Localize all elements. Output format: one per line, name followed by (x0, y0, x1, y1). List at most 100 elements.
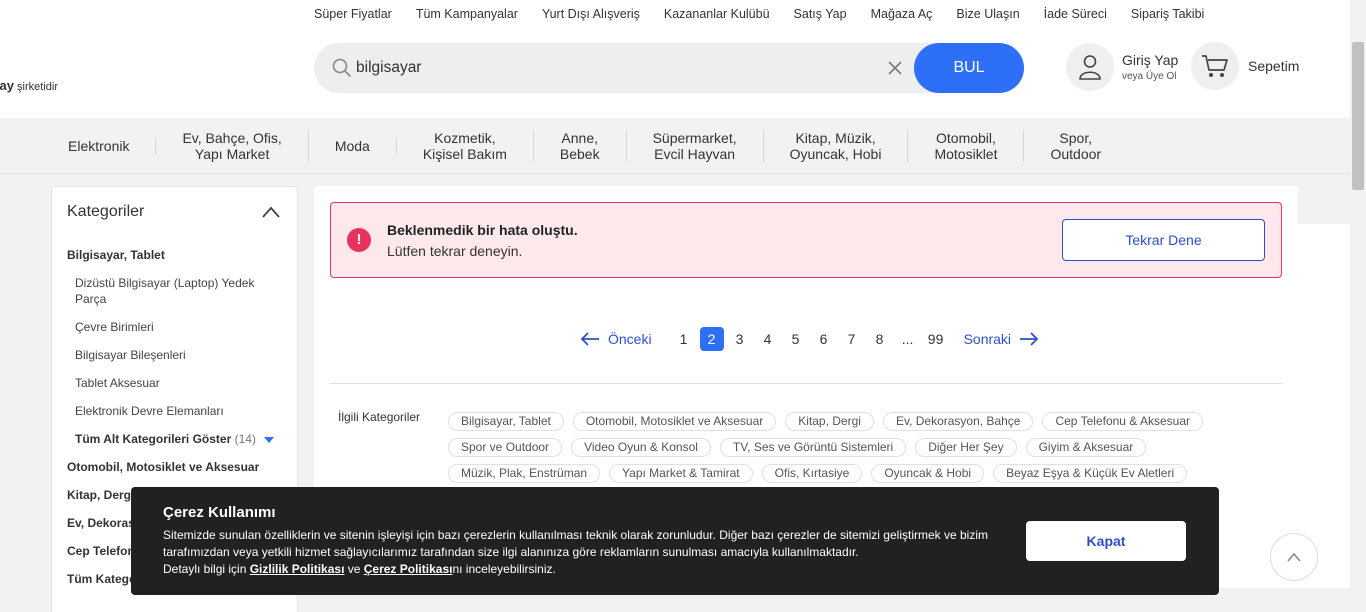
page-number[interactable]: 5 (784, 327, 808, 351)
top-link[interactable]: Yurt Dışı Alışveriş (542, 7, 640, 21)
top-link[interactable]: Kazananlar Kulübü (664, 7, 770, 21)
category-nav-label: Outdoor (1050, 145, 1102, 162)
related-category-tag[interactable]: Ofis, Kırtasiye (761, 464, 863, 483)
category-nav-label: Kozmetik, (434, 129, 496, 146)
category-nav-label: Anne, (561, 129, 599, 146)
chevron-up-icon[interactable] (261, 205, 281, 219)
user-icon (1066, 43, 1114, 91)
prev-page-link[interactable]: Önceki (580, 331, 652, 347)
alert-title: Beklenmedik bir hata oluştu. (387, 222, 578, 238)
category-nav-label: Motosiklet (934, 145, 998, 162)
top-link[interactable]: Satış Yap (794, 7, 847, 21)
related-category-tag[interactable]: Yapı Market & Tamirat (609, 464, 753, 483)
top-link[interactable]: Mağaza Aç (871, 7, 933, 21)
category-nav-item[interactable]: Ev, Bahçe, Ofis, Yapı Market (156, 129, 309, 162)
cookie-close-button[interactable]: Kapat (1026, 521, 1186, 561)
category-nav-item[interactable]: Spor, Outdoor (1024, 130, 1127, 162)
cookie-banner: Çerez Kullanımı Sitemizde sunulan özelli… (131, 487, 1219, 595)
category-nav-item[interactable]: Kozmetik, Kişisel Bakım (397, 129, 534, 162)
register-label: veya Üye Ol (1122, 71, 1177, 82)
scroll-to-top-button[interactable] (1270, 533, 1318, 581)
sidebar-subcategory[interactable]: Çevre Birimleri (75, 319, 287, 335)
sidebar-subcategory[interactable]: Dizüstü Bilgisayar (Laptop) Yedek Parça (75, 275, 287, 307)
category-nav-label: Süpermarket, (652, 129, 737, 146)
sidebar-category-group[interactable]: Bilgisayar, Tablet (67, 247, 287, 263)
related-category-tag[interactable]: Diğer Her Şey (915, 438, 1017, 457)
top-link[interactable]: İade Süreci (1044, 7, 1107, 21)
alert-message: Lütfen tekrar deneyin. (387, 243, 523, 259)
related-category-tag[interactable]: Beyaz Eşya & Küçük Ev Aletleri (993, 464, 1188, 483)
page-number[interactable]: 7 (840, 327, 864, 351)
page-number[interactable]: 6 (812, 327, 836, 351)
category-nav-label: Oyuncak, Hobi (789, 145, 882, 162)
sidebar-subcategory[interactable]: Elektronik Devre Elemanları (75, 403, 287, 419)
cookie-policy-link[interactable]: Çerez Politikası (364, 562, 453, 576)
page-number[interactable]: 4 (756, 327, 780, 351)
category-nav-label: Yapı Market (194, 145, 270, 162)
sidebar-subcategory[interactable]: Tablet Aksesuar (75, 375, 287, 391)
related-category-tag[interactable]: Giyim & Aksesuar (1025, 438, 1147, 457)
category-nav-label: Spor, (1059, 129, 1093, 146)
show-all-label: Tüm Alt Kategorileri Göster (75, 432, 232, 446)
login-link[interactable]: Giriş Yap veya Üye Ol (1066, 43, 1178, 91)
chevron-up-icon (1287, 552, 1301, 562)
pagination-ellipsis: ... (901, 331, 914, 347)
top-link[interactable]: Tüm Kampanyalar (416, 7, 518, 21)
category-nav-label: Kitap, Müzik, (795, 129, 876, 146)
next-page-link[interactable]: Sonraki (964, 331, 1039, 347)
retry-button[interactable]: Tekrar Dene (1062, 219, 1265, 261)
related-category-tag[interactable]: TV, Ses ve Görüntü Sistemleri (719, 438, 907, 457)
search-icon (332, 58, 352, 78)
related-category-tag[interactable]: Cep Telefonu & Aksesuar (1042, 412, 1203, 431)
sidebar-category[interactable]: Otomobil, Motosiklet ve Aksesuar (67, 459, 287, 475)
scrollbar-thumb[interactable] (1352, 42, 1364, 190)
related-category-tag[interactable]: Spor ve Outdoor (448, 438, 563, 457)
divider (330, 383, 1282, 384)
next-label: Sonraki (963, 331, 1012, 347)
page-number[interactable]: 99 (924, 327, 948, 351)
top-link[interactable]: Bize Ulaşın (956, 7, 1019, 21)
cookie-title: Çerez Kullanımı (163, 504, 276, 521)
arrow-right-icon (1020, 332, 1039, 346)
category-nav-item[interactable]: Kitap, Müzik, Oyuncak, Hobi (764, 129, 909, 162)
cookie-text: Sitemizde sunulan özelliklerin ve siteni… (163, 528, 988, 576)
site-header: Süper Fiyatlar Tüm Kampanyalar Yurt Dışı A… (0, 0, 1356, 588)
category-nav-label: Elektronik (68, 137, 130, 154)
related-category-tag[interactable]: Müzik, Plak, Enstrüman (448, 464, 601, 483)
category-nav-label: Otomobil, (936, 129, 996, 146)
search-input[interactable] (356, 53, 876, 83)
show-all-subcategories[interactable]: Tüm Alt Kategorileri Göster (14) (75, 431, 287, 447)
sidebar-subcategory[interactable]: Bilgisayar Bileşenleri (75, 347, 287, 363)
cart-link[interactable]: Sepetim (1191, 42, 1299, 90)
alert-icon: ! (347, 228, 371, 252)
top-links: Süper Fiyatlar Tüm Kampanyalar Yurt Dışı A… (314, 7, 1228, 21)
category-nav-item[interactable]: Anne, Bebek (534, 129, 627, 162)
related-category-tag[interactable]: Kitap, Dergi (785, 412, 874, 431)
page-number[interactable]: 2 (699, 327, 724, 351)
top-link[interactable]: Süper Fiyatlar (314, 7, 392, 21)
top-link[interactable]: Sipariş Takibi (1131, 7, 1204, 21)
privacy-policy-link[interactable]: Gizlilik Politikası (250, 562, 345, 576)
caret-down-icon (263, 436, 274, 443)
scrollbar[interactable] (1350, 0, 1366, 612)
related-category-tag[interactable]: Otomobil, Motosiklet ve Aksesuar (572, 412, 777, 431)
prev-label: Önceki (608, 331, 652, 347)
related-category-tag[interactable]: Video Oyun & Konsol (571, 438, 711, 457)
page-number[interactable]: 3 (728, 327, 752, 351)
clear-search-icon[interactable] (886, 59, 904, 77)
category-nav-label: Kişisel Bakım (422, 145, 507, 162)
category-nav-label: Moda (334, 137, 370, 154)
category-nav-item[interactable]: Elektronik (42, 137, 157, 154)
category-nav-item[interactable]: Otomobil, Motosiklet (908, 129, 1025, 162)
related-category-tag[interactable]: Oyuncak & Hobi (871, 464, 985, 483)
page-number[interactable]: 8 (868, 327, 892, 351)
login-label: Giriş Yap (1122, 52, 1179, 68)
related-category-tag[interactable]: Ev, Dekorasyon, Bahçe (882, 412, 1034, 431)
page-number[interactable]: 1 (672, 327, 696, 351)
category-nav: Elektronik Ev, Bahçe, Ofis, Yapı Market Mod… (0, 118, 1350, 174)
search-button[interactable]: BUL (914, 43, 1024, 93)
arrow-left-icon (580, 332, 599, 346)
category-nav-item[interactable]: Süpermarket, Evcil Hayvan (627, 129, 764, 162)
category-nav-item[interactable]: Moda (309, 137, 397, 154)
related-category-tag[interactable]: Bilgisayar, Tablet (448, 412, 564, 431)
